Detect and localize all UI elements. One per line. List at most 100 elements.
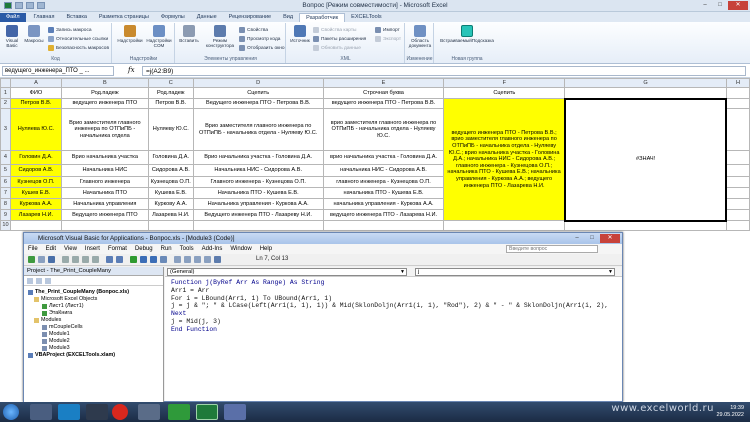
taskbar-vba-icon[interactable] bbox=[224, 404, 246, 420]
tab-file[interactable]: Файл bbox=[0, 13, 26, 22]
object-browser-icon[interactable] bbox=[194, 256, 201, 263]
merged-cell-g[interactable]: ведущего инженера ПТО - Петрова В.В.; вр… bbox=[443, 98, 566, 221]
vba-close-icon[interactable]: ✕ bbox=[600, 234, 620, 243]
cell[interactable]: Врио начальника участка - Головина Д.А. bbox=[192, 150, 324, 165]
cell[interactable]: Начальника управления - Куркова А.А. bbox=[192, 198, 324, 210]
design-mode-icon[interactable] bbox=[160, 256, 167, 263]
tree-module3[interactable]: Module3 bbox=[42, 345, 70, 351]
menu-insert[interactable]: Insert bbox=[85, 246, 100, 252]
cell[interactable]: ведущего инженера ПТО - Петрова В.В. bbox=[322, 98, 445, 109]
taskbar-app2-icon[interactable] bbox=[138, 404, 160, 420]
column-header[interactable]: F bbox=[443, 78, 566, 88]
cell[interactable] bbox=[147, 220, 194, 231]
copy-icon[interactable] bbox=[72, 256, 79, 263]
menu-format[interactable]: Format bbox=[108, 246, 127, 252]
row-header[interactable]: 3 bbox=[0, 108, 11, 151]
start-button[interactable] bbox=[3, 404, 19, 420]
toggle-folders-icon[interactable] bbox=[45, 278, 51, 284]
cell[interactable] bbox=[322, 220, 445, 231]
pause-icon[interactable] bbox=[140, 256, 147, 263]
project-explorer-icon[interactable] bbox=[174, 256, 181, 263]
import-button[interactable]: Импорт bbox=[375, 27, 400, 33]
cell[interactable] bbox=[443, 220, 566, 231]
taskbar-excel-icon[interactable] bbox=[196, 404, 218, 420]
cell[interactable]: Начальника НИС - Сидорова А.В. bbox=[192, 164, 324, 177]
vba-minimize-icon[interactable]: – bbox=[570, 234, 584, 243]
tree-module1[interactable]: Module1 bbox=[42, 331, 70, 337]
taskbar-browser-icon[interactable] bbox=[58, 404, 80, 420]
taskbar-opera-icon[interactable] bbox=[112, 404, 128, 420]
menu-debug[interactable]: Debug bbox=[135, 246, 153, 252]
run-icon[interactable] bbox=[130, 256, 137, 263]
fx-icon[interactable]: fx bbox=[128, 66, 135, 74]
row-header[interactable]: 10 bbox=[0, 220, 11, 231]
find-icon[interactable] bbox=[92, 256, 99, 263]
object-combo[interactable]: (General) ▼ bbox=[167, 268, 407, 276]
cell[interactable] bbox=[725, 187, 750, 199]
tab-review[interactable]: Рецензирование bbox=[223, 13, 277, 22]
taskbar-explorer-icon[interactable] bbox=[30, 404, 52, 420]
cell[interactable] bbox=[725, 108, 750, 151]
row-header[interactable]: 9 bbox=[0, 209, 11, 221]
column-header[interactable]: G bbox=[564, 78, 727, 88]
cell[interactable]: Головина Д.А. bbox=[147, 150, 194, 165]
excel-view-icon[interactable] bbox=[28, 256, 35, 263]
cell[interactable]: Главного инженера - Кузнецова О.П. bbox=[192, 176, 324, 188]
cell[interactable] bbox=[60, 220, 149, 231]
row-header[interactable]: 5 bbox=[0, 164, 11, 177]
name-box[interactable]: ведущего_инженера_ПТО _ ... bbox=[2, 66, 114, 76]
cell[interactable]: Петров В.В. bbox=[9, 98, 62, 109]
record-macro-button[interactable]: Запись макроса bbox=[48, 27, 92, 33]
cell[interactable]: Кушева Е.В. bbox=[147, 187, 194, 199]
cell[interactable] bbox=[9, 220, 62, 231]
taskbar-torrent-icon[interactable] bbox=[168, 404, 190, 420]
cell[interactable]: врио начальника участка - Головина Д.А. bbox=[322, 150, 445, 165]
tree-project[interactable]: The_Print_CoupleMany (Bonpoc.xls) bbox=[28, 289, 129, 295]
minimize-icon[interactable]: – bbox=[698, 1, 712, 10]
macro-security-button[interactable]: Безопасность макросов bbox=[48, 45, 109, 51]
formula-input[interactable]: =j(A2:B9) bbox=[142, 66, 746, 76]
map-props-button[interactable]: Свойства карты bbox=[313, 27, 356, 33]
insert-control-button[interactable]: Вставить bbox=[178, 25, 200, 43]
tab-view[interactable]: Вид bbox=[277, 13, 299, 22]
cell[interactable]: начальника управления - Куркова А.А. bbox=[322, 198, 445, 210]
cell[interactable]: Нуляеву Ю.С. bbox=[147, 108, 194, 151]
cell[interactable]: Род.падеж bbox=[60, 87, 149, 99]
cell[interactable]: Главного инженера bbox=[60, 176, 149, 188]
cell[interactable]: Врио начальника участка bbox=[60, 150, 149, 165]
show-window-button[interactable]: Отобразить окно bbox=[239, 45, 285, 51]
row-header[interactable]: 6 bbox=[0, 176, 11, 188]
cell[interactable] bbox=[725, 150, 750, 165]
cell[interactable]: начальника НИС - Сидорова А.В. bbox=[322, 164, 445, 177]
view-code-icon[interactable] bbox=[27, 278, 33, 284]
tree-thisworkbook[interactable]: ЭтаКнига bbox=[42, 310, 72, 316]
refresh-data-button[interactable]: Обновить данные bbox=[313, 45, 361, 51]
procedure-combo[interactable]: j ▼ bbox=[415, 268, 615, 276]
addins-button[interactable]: Надстройки bbox=[117, 25, 143, 43]
active-cell-h[interactable]: #ЗНАЧ! bbox=[563, 97, 728, 222]
cell[interactable]: Ведущего инженера ПТО - Лазареву Н.И. bbox=[192, 209, 324, 221]
design-mode-button[interactable]: Режим конструктора bbox=[202, 25, 238, 48]
cell[interactable]: Род.падеж bbox=[147, 87, 194, 99]
cell[interactable]: Врио заместителя главного инженера по ОТ… bbox=[60, 108, 149, 151]
menu-view[interactable]: View bbox=[64, 246, 77, 252]
cell[interactable]: начальника ПТО - Кушева Е.В. bbox=[322, 187, 445, 199]
tab-developer[interactable]: Разработчик bbox=[299, 13, 346, 22]
tab-home[interactable]: Главная bbox=[28, 13, 61, 22]
cell[interactable]: Кузнецова О.П. bbox=[147, 176, 194, 188]
cell[interactable]: Ведущего инженера ПТО - Петрова В.В. bbox=[192, 98, 324, 109]
properties-button[interactable]: Свойства bbox=[239, 27, 268, 33]
view-object-icon[interactable] bbox=[36, 278, 42, 284]
cell[interactable]: ФИО bbox=[9, 87, 62, 99]
tab-formulas[interactable]: Формулы bbox=[155, 13, 191, 22]
cell[interactable] bbox=[564, 87, 727, 99]
tab-page-layout[interactable]: Разметка страницы bbox=[93, 13, 155, 22]
tree-vbaproject[interactable]: VBAProject (EXCELTools.xlam) bbox=[28, 352, 115, 358]
menu-tools[interactable]: Tools bbox=[180, 246, 194, 252]
cell[interactable]: ведущего инженера ПТО bbox=[60, 98, 149, 109]
cell[interactable]: Ведущего инженера ПТО bbox=[60, 209, 149, 221]
cell[interactable]: Куркова А.А. bbox=[9, 198, 62, 210]
cell[interactable]: Кушев Е.В. bbox=[9, 187, 62, 199]
cell[interactable] bbox=[725, 220, 750, 231]
cell[interactable]: Сидоров А.В. bbox=[9, 164, 62, 177]
